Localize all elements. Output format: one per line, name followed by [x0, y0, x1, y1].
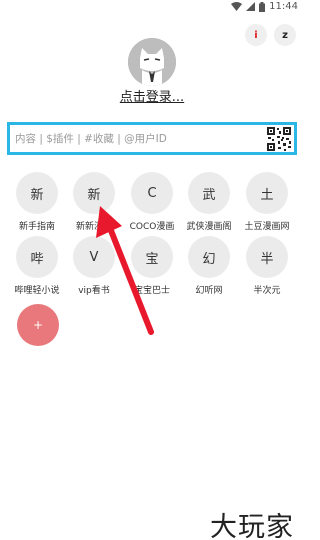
tile-COCO漫画[interactable]: C COCO漫画 — [122, 172, 182, 242]
tile-icon: C — [131, 172, 173, 214]
tile-新新漫画[interactable]: 新 新新漫画 — [64, 172, 124, 242]
tile-icon: 哔 — [16, 236, 58, 278]
avatar[interactable] — [128, 38, 176, 86]
status-icons: 11:44 — [231, 1, 298, 12]
tile-哔哩轻小说[interactable]: 哔 哔哩轻小说 — [7, 236, 67, 306]
tile-新手指南[interactable]: 新 新手指南 — [7, 172, 67, 242]
tile-宝宝巴士[interactable]: 宝 宝宝巴士 — [122, 236, 182, 306]
status-bar: 11:44 — [0, 0, 304, 16]
signal-icon — [246, 2, 256, 11]
tile-icon: 半 — [246, 236, 288, 278]
avatar-cat-icon — [128, 38, 176, 86]
tile-label: 土豆漫画网 — [244, 222, 290, 232]
tile-icon: 宝 — [131, 236, 173, 278]
add-source-button[interactable]: + — [17, 304, 59, 346]
tile-icon: 新 — [16, 172, 58, 214]
tile-label: 半次元 — [253, 286, 281, 296]
tile-土豆漫画网[interactable]: 土 土豆漫画网 — [237, 172, 297, 242]
status-time: 11:44 — [269, 1, 298, 12]
battery-icon — [259, 1, 266, 12]
tile-武侠漫画阁[interactable]: 武 武侠漫画阁 — [179, 172, 239, 242]
tile-icon: 土 — [246, 172, 288, 214]
info-button[interactable]: i — [245, 24, 267, 46]
search-placeholder: 内容 | $插件 | #收藏 | @用户ID — [15, 133, 167, 145]
qr-code-icon[interactable] — [266, 125, 292, 152]
tile-vip看书[interactable]: V vip看书 — [64, 236, 124, 306]
tile-icon: 幻 — [188, 236, 230, 278]
login-link[interactable]: 点击登录... — [0, 86, 304, 105]
tile-半次元[interactable]: 半 半次元 — [237, 236, 297, 306]
watermark: 大玩家 — [210, 512, 294, 540]
tile-icon: V — [73, 236, 115, 278]
tile-幻听网[interactable]: 幻 幻听网 — [179, 236, 239, 306]
search-input[interactable]: 内容 | $插件 | #收藏 | @用户ID — [7, 122, 297, 155]
tile-icon: 新 — [73, 172, 115, 214]
app-screen: 11:44 i z 点击登录... 内容 | $插件 | #收藏 | @用户ID — [0, 0, 304, 540]
tile-icon: 武 — [188, 172, 230, 214]
z-button[interactable]: z — [274, 24, 296, 46]
wifi-icon — [231, 2, 243, 11]
